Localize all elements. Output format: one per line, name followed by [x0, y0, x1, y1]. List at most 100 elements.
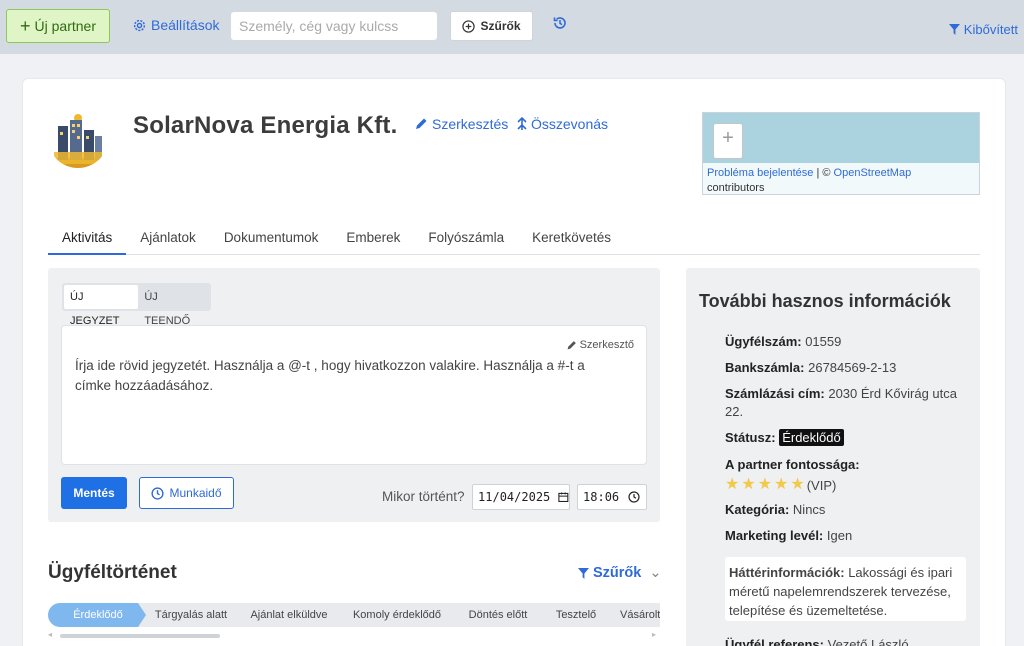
- stage-item[interactable]: Vásárolt: [606, 603, 660, 627]
- chevron-down-icon: ⌄: [649, 565, 662, 581]
- stage-item[interactable]: Tárgyalás alatt: [138, 603, 244, 627]
- plus-circle-icon: [462, 19, 476, 33]
- merge-icon: [517, 117, 527, 130]
- star-icon: ★: [790, 476, 805, 493]
- worktime-label: Munkaidő: [169, 486, 222, 500]
- new-partner-label: Új partner: [34, 18, 96, 34]
- history-filters-toggle[interactable]: Szűrők ⌄: [578, 565, 662, 581]
- date-value: 11/04/2025: [478, 490, 551, 504]
- tab-new-note[interactable]: ÚJ JEGYZET: [64, 285, 139, 327]
- bank-account-value: 26784569-2-13: [808, 360, 897, 375]
- map-report-link[interactable]: Probléma bejelentése: [707, 167, 813, 179]
- bank-account-row: Bankszámla: 26784569-2-13: [725, 359, 965, 377]
- stage-item[interactable]: Tesztelő: [536, 603, 616, 627]
- tab-new-todo[interactable]: ÚJ TEENDŐ: [138, 285, 209, 327]
- merge-link[interactable]: Összevonás: [516, 116, 608, 132]
- note-placeholder: Írja ide rövid jegyzetét. Használja a @-…: [75, 358, 585, 393]
- date-input[interactable]: 11/04/2025: [472, 484, 570, 510]
- category-label: Kategória:: [725, 502, 790, 517]
- save-button[interactable]: Mentés: [61, 477, 127, 509]
- tab-offers[interactable]: Ajánlatok: [126, 226, 210, 255]
- star-icon: ★: [774, 476, 789, 493]
- tab-people[interactable]: Emberek: [332, 226, 414, 255]
- stage-item[interactable]: Érdeklődő: [48, 603, 148, 627]
- star-icon: ★: [741, 476, 756, 493]
- date-year: 2025: [521, 490, 551, 504]
- gear-icon: [133, 19, 146, 31]
- marketing-label: Marketing levél:: [725, 528, 824, 543]
- reference-label: Ügyfél referens:: [725, 637, 824, 646]
- background-info: Háttérinformációk: Lakossági és ipari mé…: [725, 557, 966, 621]
- funnel-icon: [578, 567, 589, 579]
- category-value: Nincs: [792, 502, 826, 517]
- history-title: Ügyféltörténet: [48, 562, 177, 583]
- map-separator: | ©: [813, 167, 834, 179]
- search-input[interactable]: [239, 18, 409, 34]
- editor-toggle[interactable]: Szerkesztő: [566, 339, 634, 351]
- marketing-row: Marketing levél: Igen: [725, 527, 965, 545]
- time-input[interactable]: 18:06: [577, 484, 647, 510]
- clock-icon: [151, 486, 165, 500]
- info-title: További hasznos információk: [699, 291, 951, 311]
- star-icon: ★: [725, 476, 740, 493]
- filters-label: Szűrők: [480, 19, 521, 33]
- star-icon: ★: [757, 476, 773, 493]
- expanded-filter-link[interactable]: Kibővített: [948, 22, 1018, 37]
- merge-label: Összevonás: [531, 116, 609, 132]
- status-row: Státusz: Érdeklődő: [725, 429, 965, 447]
- status-label: Státusz:: [725, 430, 776, 445]
- pipeline-stages: Érdeklődő Tárgyalás alatt Ajánlat elküld…: [48, 603, 660, 627]
- importance-stars: ★ ★ ★ ★ ★ (VIP): [725, 477, 836, 493]
- osm-link[interactable]: OpenStreetMap: [834, 167, 912, 179]
- edit-link[interactable]: Szerkesztés: [414, 116, 508, 132]
- editor-label: Szerkesztő: [579, 339, 634, 351]
- stage-item[interactable]: Komoly érdeklődő: [334, 603, 460, 627]
- importance-label: A partner fontossága:: [725, 457, 860, 472]
- worktime-button[interactable]: Munkaidő: [139, 477, 234, 509]
- pipeline-scrollbar[interactable]: [60, 634, 220, 638]
- history-filters-label: Szűrők: [593, 565, 642, 581]
- category-row: Kategória: Nincs: [725, 501, 965, 519]
- tab-framework[interactable]: Keretkövetés: [518, 226, 625, 255]
- billing-address-label: Számlázási cím:: [725, 386, 825, 401]
- clock-icon[interactable]: [628, 491, 640, 503]
- scroll-left-icon[interactable]: ◂: [48, 630, 52, 639]
- map-contributors: contributors: [707, 182, 765, 194]
- pencil-icon: [567, 340, 576, 349]
- edit-label: Szerkesztés: [432, 116, 509, 132]
- calendar-icon[interactable]: [558, 491, 569, 503]
- settings-link[interactable]: Beállítások: [132, 17, 219, 33]
- client-number-label: Ügyfélszám:: [725, 334, 802, 349]
- date-month: 11: [478, 490, 493, 504]
- when-label: Mikor történt?: [382, 489, 465, 504]
- client-number-row: Ügyfélszám: 01559: [725, 333, 965, 351]
- history-button[interactable]: [552, 15, 568, 36]
- top-toolbar: + Új partner Beállítások Szűrők Kibővíte…: [0, 0, 1024, 54]
- time-value: 18:06: [583, 490, 620, 504]
- search-box[interactable]: [231, 12, 437, 40]
- location-map[interactable]: + Probléma bejelentése | © OpenStreetMap…: [702, 112, 980, 195]
- tab-bar: Aktivitás Ajánlatok Dokumentumok Emberek…: [48, 226, 980, 255]
- stage-item[interactable]: Ajánlat elküldve: [234, 603, 344, 627]
- tab-documents[interactable]: Dokumentumok: [210, 226, 333, 255]
- status-badge: Érdeklődő: [779, 429, 844, 446]
- note-type-tabs: ÚJ JEGYZET ÚJ TEENDŐ: [62, 283, 211, 327]
- importance-text: (VIP): [806, 477, 837, 493]
- importance-row: A partner fontossága:: [725, 456, 965, 474]
- scroll-right-icon[interactable]: ▸: [652, 630, 656, 639]
- client-number-value: 01559: [805, 334, 842, 349]
- filters-button[interactable]: Szűrők: [450, 11, 533, 41]
- map-zoom-in-button[interactable]: +: [713, 123, 743, 159]
- note-editor[interactable]: Szerkesztő Írja ide rövid jegyzetét. Has…: [61, 325, 647, 465]
- expanded-label: Kibővített: [963, 22, 1018, 37]
- pencil-icon: [416, 118, 427, 129]
- new-partner-button[interactable]: + Új partner: [6, 9, 110, 43]
- bank-account-label: Bankszámla:: [725, 360, 805, 375]
- tab-activity[interactable]: Aktivitás: [48, 226, 127, 255]
- marketing-value: Igen: [826, 528, 853, 543]
- settings-label: Beállítások: [151, 17, 220, 33]
- map-attribution: Probléma bejelentése | © OpenStreetMap c…: [703, 163, 979, 194]
- stage-item[interactable]: Döntés előtt: [450, 603, 546, 627]
- tab-ledger[interactable]: Folyószámla: [414, 226, 518, 255]
- billing-address-row: Számlázási cím: 2030 Érd Kővirág utca 22…: [725, 385, 965, 421]
